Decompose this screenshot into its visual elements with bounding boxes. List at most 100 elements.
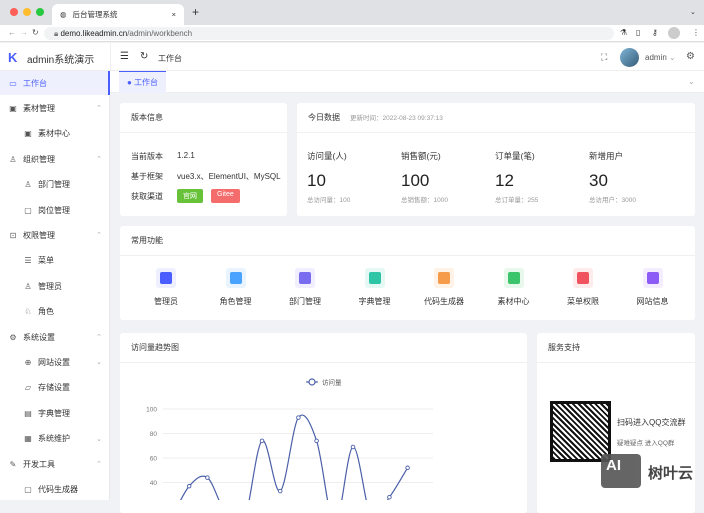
data-point (314, 438, 319, 444)
sidebar-item[interactable]: ✎ 开发工具 ⌃ (0, 452, 110, 476)
app-header: K admin系统演示 ☰ ↻ 工作台 ⛶ admin ⌄ ⚙ (0, 43, 704, 71)
sidebar-item-label: 存储设置 (38, 383, 70, 393)
sidebar-item[interactable]: ♙ 部门管理 (0, 173, 110, 197)
avatar[interactable] (620, 48, 639, 67)
function-label: 菜单权限 (567, 297, 599, 306)
function-shortcut[interactable]: 字典管理 (340, 268, 410, 307)
new-tab-button[interactable]: + (192, 5, 199, 19)
sidebar-item[interactable]: ▢ 代码生成器 (0, 477, 110, 501)
sidebar-item[interactable]: ⊕ 网站设置 ⌄ (0, 350, 110, 374)
function-shortcut[interactable]: 角色管理 (201, 268, 271, 307)
menu-icon: ☰ (24, 256, 32, 266)
function-icon (573, 268, 593, 288)
sidebar-item[interactable]: ⚙ 系统设置 ⌃ (0, 325, 110, 349)
legend-label: 访问量 (322, 378, 342, 387)
reload-icon[interactable]: ↻ (32, 28, 39, 37)
function-icon (434, 268, 454, 288)
settings-gear-icon[interactable]: ⚙ (686, 51, 695, 62)
version-value: 1.2.1 (177, 151, 195, 160)
stat-total: 总销售额：1000 (401, 197, 448, 204)
function-shortcut[interactable]: 菜单权限 (548, 268, 618, 307)
function-icon (503, 268, 524, 288)
more-icon[interactable]: ⋮ (692, 28, 700, 37)
sidebar-item[interactable]: ♘ 角色 (0, 300, 110, 324)
username: admin (645, 53, 667, 62)
fullscreen-icon[interactable]: ⛶ (601, 52, 607, 63)
sidebar-item[interactable]: ▤ 字典管理 (0, 401, 110, 425)
sidebar-item[interactable]: ▦ 系统维护 ⌄ (0, 427, 110, 451)
gear-icon: ⚙ (9, 332, 17, 342)
sidepanel-icon[interactable]: ▯ (636, 28, 640, 37)
qq-group-subtitle: 疑难疑点 进入QQ群 (617, 440, 675, 447)
chevron-icon: ⌄ (96, 359, 102, 367)
browser-tab[interactable]: ◍ 后台管理系统 × (52, 4, 184, 25)
browser-tab-bar: ◍ 后台管理系统 × + ⌄ (0, 0, 704, 25)
label: 当前版本 (131, 152, 163, 161)
function-shortcut[interactable]: 素材中心 (479, 268, 549, 307)
watermark-logo: AI (601, 454, 641, 488)
chevron-icon: ⌄ (96, 435, 102, 443)
url-input[interactable]: 🔒︎ demo.likeadmin.cn/admin/workbench (44, 27, 614, 40)
user-icon: ♙ (9, 154, 17, 164)
sidebar-item[interactable]: ▣ 素材管理 ⌃ (0, 96, 110, 120)
forward-icon[interactable]: → (20, 28, 28, 37)
sidebar-item[interactable]: ▱ 存储设置 (0, 376, 110, 400)
sidebar-item[interactable]: ♙ 管理员 (0, 274, 110, 298)
logo-icon: K (8, 50, 18, 65)
badge-icon: ▢ (24, 205, 32, 215)
back-icon[interactable]: ← (8, 28, 16, 37)
stat-value: 10 (307, 171, 326, 190)
user-icon: ♙ (24, 180, 32, 190)
tab-title: 后台管理系统 (72, 10, 118, 19)
menu-toggle-icon[interactable]: ☰ (120, 51, 129, 62)
sidebar: ▭ 工作台 ▣ 素材管理 ⌃ ▣ 素材中心 ♙ 组织管理 ⌃ ♙ 部门管理 ▢ 岗位管理 ⊡ 权限管理 ⌃ ☰ 菜单… (0, 71, 110, 500)
y-tick-label: 100 (146, 407, 157, 414)
monitor-icon: ▭ (9, 78, 17, 88)
key-icon[interactable]: ⚷ (652, 28, 658, 37)
extension-icon[interactable]: ⚗ (620, 28, 627, 37)
function-shortcut[interactable]: 代码生成器 (409, 268, 479, 307)
data-point (205, 475, 210, 480)
sidebar-item-label: 管理员 (38, 281, 62, 291)
qq-qr-code (550, 401, 611, 462)
close-window-button[interactable] (10, 8, 18, 16)
sidebar-item[interactable]: ▣ 素材中心 (0, 122, 110, 146)
y-tick-label: 40 (150, 480, 158, 487)
sidebar-item[interactable]: ♙ 组织管理 ⌃ (0, 147, 110, 171)
tabs-chevron-icon[interactable]: ⌄ (688, 77, 695, 86)
sidebar-item[interactable]: ⊡ 权限管理 ⌃ (0, 223, 110, 247)
gitee-button[interactable]: Gitee (211, 189, 240, 203)
sidebar-item[interactable]: ▢ 岗位管理 (0, 198, 110, 222)
stat-title: 销售额(元) (401, 151, 441, 161)
function-icon (225, 268, 246, 288)
function-shortcut[interactable]: 管理员 (131, 268, 201, 307)
sidebar-item[interactable]: ▭ 工作台 (0, 71, 110, 95)
function-icon (642, 268, 663, 288)
sidebar-item-label: 岗位管理 (38, 205, 70, 215)
url-host: demo.likeadmin.cn (60, 29, 128, 38)
app-name: admin系统演示 (27, 55, 95, 66)
maximize-window-button[interactable] (36, 8, 44, 16)
function-shortcut[interactable]: 网站信息 (618, 268, 688, 307)
sidebar-item-label: 网站设置 (38, 357, 70, 367)
tab-workbench[interactable]: ● 工作台 (119, 71, 167, 93)
minimize-window-button[interactable] (23, 8, 31, 16)
breadcrumb: 工作台 (158, 54, 182, 63)
tab-label: 工作台 (134, 78, 159, 87)
stat-value: 12 (495, 171, 514, 190)
label: 获取渠道 (131, 192, 163, 201)
close-tab-icon[interactable]: × (172, 10, 176, 19)
visit-trend-chart: 100 80 60 40 访问量 (146, 378, 433, 500)
user-menu[interactable]: admin ⌄ (645, 53, 676, 62)
chevron-icon: ⌃ (96, 334, 102, 341)
file-icon: ▢ (24, 484, 32, 494)
official-site-button[interactable]: 官网 (177, 189, 203, 203)
tab-list-chevron-icon[interactable]: ⌄ (690, 8, 696, 16)
watermark-text: 树叶云 (648, 465, 694, 482)
refresh-icon[interactable]: ↻ (140, 51, 148, 62)
function-label: 管理员 (154, 297, 178, 306)
sidebar-item[interactable]: ☰ 菜单 (0, 249, 110, 273)
chevron-down-icon: ⌄ (669, 53, 676, 62)
function-shortcut[interactable]: 部门管理 (270, 268, 340, 307)
profile-icon[interactable] (668, 27, 680, 39)
